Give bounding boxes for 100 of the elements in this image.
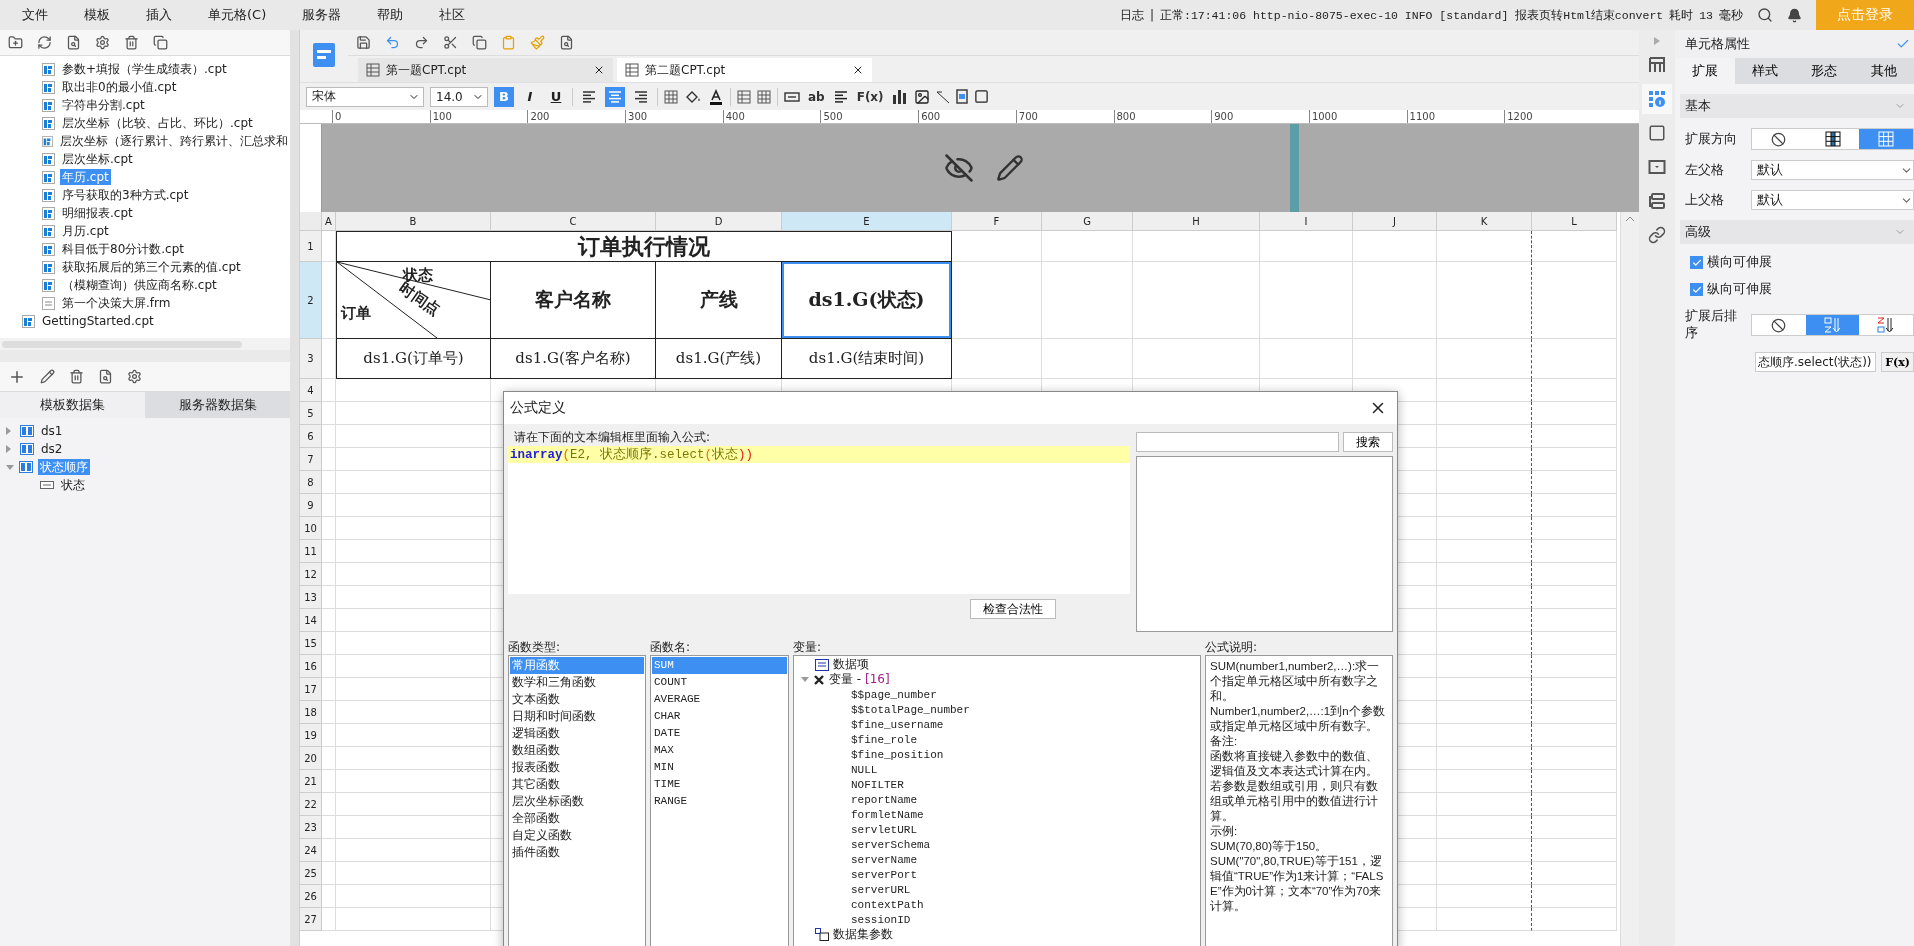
function-type-item[interactable]: 层次坐标函数 [510,793,644,810]
menu-item[interactable]: 帮助 [377,6,404,24]
check-icon[interactable] [1896,37,1910,51]
function-name-item[interactable]: CHAR [652,708,787,725]
row-header[interactable]: 9 [300,494,322,517]
undo-icon[interactable] [385,35,400,50]
file-item[interactable]: 层次坐标（逐行累计、跨行累计、汇总求和 [58,133,290,149]
file-item[interactable]: 月历.cpt [60,223,111,239]
column-header[interactable]: B [336,212,491,231]
row-header[interactable]: 27 [300,908,322,931]
row-header[interactable]: 25 [300,862,322,885]
settings-icon[interactable] [95,35,110,50]
sheet-cell[interactable] [1437,839,1532,862]
variable-item[interactable]: serverPort [851,868,917,881]
menu-item[interactable]: 单元格(C) [208,6,267,24]
variable-item[interactable]: serverName [851,853,917,866]
dataset-tab[interactable]: 模板数据集 [0,392,145,418]
row-header[interactable]: 18 [300,701,322,724]
file-item[interactable]: 明细报表.cpt [60,205,135,221]
slash-line-icon[interactable] [935,89,950,104]
document-tab[interactable]: 第一题CPT.cpt [358,58,613,82]
parent-select[interactable]: 默认 [1751,160,1914,180]
dataset-item[interactable]: ds1 [39,423,65,439]
property-tab[interactable]: 样式 [1734,58,1795,84]
variable-item[interactable]: 变量 - [16] [829,671,890,688]
column-header[interactable]: K [1437,212,1532,231]
row-header[interactable]: 20 [300,747,322,770]
sheet-cell[interactable] [1437,471,1532,494]
function-name-item[interactable]: DATE [652,725,787,742]
row-header[interactable]: 14 [300,609,322,632]
text-style-button[interactable]: U [546,86,566,107]
file-item[interactable]: （模糊查询）供应商名称.cpt [60,277,219,293]
image-icon[interactable] [913,88,930,105]
sheet-cell[interactable] [1437,262,1532,339]
row-header[interactable]: 22 [300,793,322,816]
font-size-select[interactable]: 14.0 [430,86,488,107]
checkbox[interactable] [1690,283,1703,296]
data-cell[interactable]: ds1.G(结束时间) [782,339,952,379]
row-header[interactable]: 5 [300,402,322,425]
variable-item[interactable]: $fine_role [851,733,917,746]
function-type-item[interactable]: 数组函数 [510,742,644,759]
row-header[interactable]: 17 [300,678,322,701]
sheet-cell[interactable] [1437,586,1532,609]
function-type-item[interactable]: 全部函数 [510,810,644,827]
sheet-cell[interactable] [1437,632,1532,655]
sheet-cell[interactable] [1437,448,1532,471]
variable-item[interactable]: $fine_position [851,748,944,761]
sheet-cell[interactable] [1437,339,1532,379]
bell-icon[interactable] [1787,7,1802,23]
sheet-cell[interactable] [1437,379,1532,402]
file-item[interactable]: 参数+填报（学生成绩表）.cpt [60,61,229,77]
row-header[interactable]: 8 [300,471,322,494]
pencil-icon[interactable] [996,154,1024,182]
column-header[interactable]: F [952,212,1042,231]
file-item[interactable]: 获取拓展后的第三个元素的值.cpt [60,259,243,275]
function-type-item[interactable]: 自定义函数 [510,827,644,844]
variable-item[interactable]: servletURL [851,823,917,836]
variable-item[interactable]: contextPath [851,898,924,911]
function-name-item[interactable]: MIN [652,759,787,776]
function-type-item[interactable]: 数学和三角函数 [510,674,644,691]
row-header[interactable]: 3 [300,339,322,379]
sheet-cell[interactable] [1437,609,1532,632]
fill-color-icon[interactable] [684,89,702,104]
sheet-cell[interactable] [1437,678,1532,701]
preview-icon[interactable] [98,369,113,384]
refresh-icon[interactable] [37,35,52,50]
search-icon[interactable] [1757,7,1773,23]
sheet-cell[interactable] [1437,425,1532,448]
row-header[interactable]: 21 [300,770,322,793]
row-header[interactable]: 7 [300,448,322,471]
dataset-item[interactable]: ds2 [39,441,65,457]
row-header[interactable]: 16 [300,655,322,678]
sheet-cell[interactable] [1437,517,1532,540]
delete-icon[interactable] [124,35,139,50]
function-type-item[interactable]: 逻辑函数 [510,725,644,742]
row-header[interactable]: 1 [300,231,322,262]
row-header[interactable]: 10 [300,517,322,540]
formula-button[interactable]: F(x) [1881,352,1914,372]
text-element-button[interactable]: ab [806,89,827,104]
format-painter-icon[interactable] [530,35,545,50]
row-header[interactable]: 11 [300,540,322,563]
splitter-bar[interactable] [290,30,300,946]
save-icon[interactable] [356,35,371,50]
close-icon[interactable] [593,64,605,76]
row-header[interactable]: 6 [300,425,322,448]
sheet-cell[interactable] [1437,655,1532,678]
row-header[interactable]: 26 [300,885,322,908]
sheet-cell[interactable] [1437,402,1532,425]
function-type-item[interactable]: 报表函数 [510,759,644,776]
function-name-item[interactable]: COUNT [652,674,787,691]
menu-item[interactable]: 插入 [146,6,172,24]
row-header[interactable]: 12 [300,563,322,586]
edit-icon[interactable] [40,369,55,384]
section-header[interactable]: 基本 [1680,94,1914,118]
row-header[interactable]: 15 [300,632,322,655]
formula-button[interactable]: F(x) [854,89,886,104]
column-header[interactable]: E [782,212,952,231]
column-header[interactable]: G [1042,212,1133,231]
sheet-cell[interactable] [1437,862,1532,885]
sheet-cell[interactable] [1437,747,1532,770]
